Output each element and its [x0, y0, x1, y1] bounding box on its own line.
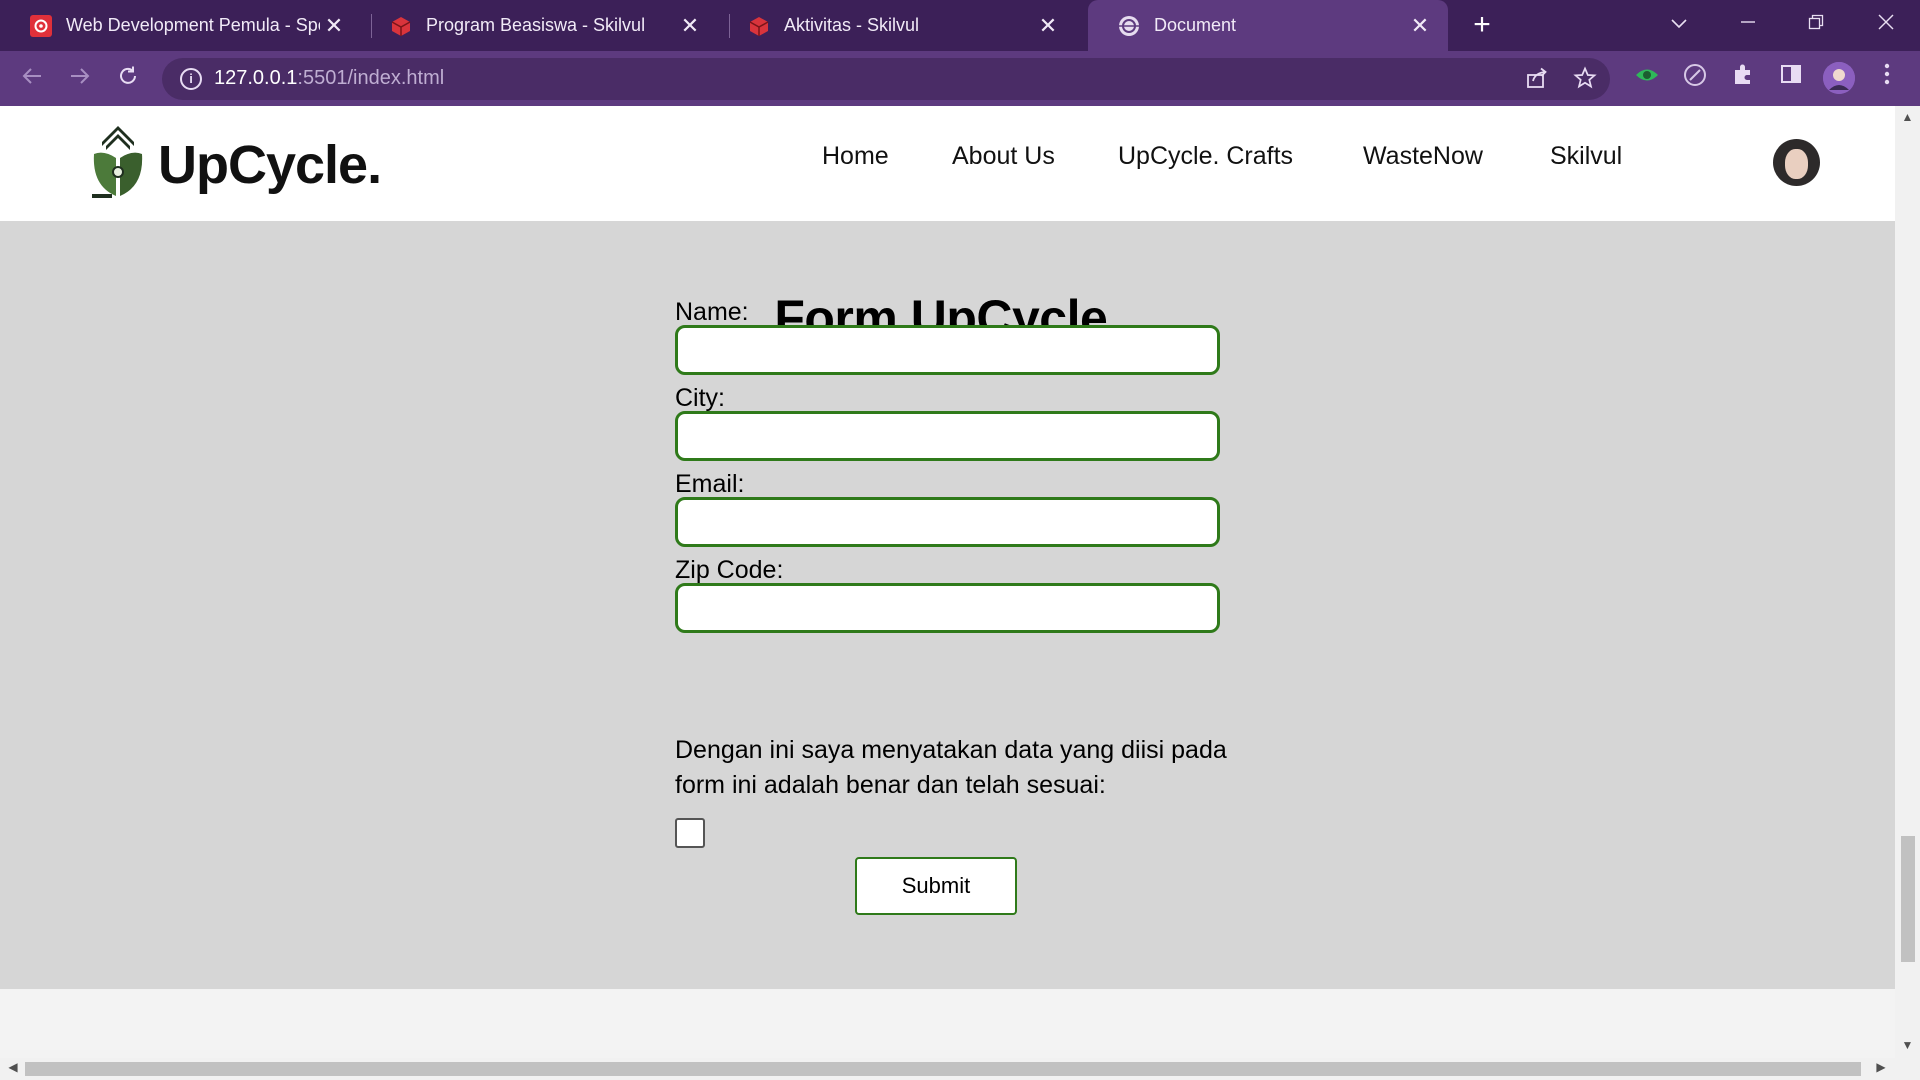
scroll-up-arrow-icon[interactable]: ▲ — [1895, 110, 1920, 124]
url-host: 127.0.0.1 — [214, 67, 298, 89]
tab-title: Document — [1154, 15, 1237, 35]
tab-search-chevron-icon[interactable] — [1659, 6, 1699, 42]
skilvul-cube-favicon-icon — [390, 15, 412, 37]
bookmark-star-icon[interactable] — [1572, 66, 1598, 92]
skilvul-cube-favicon-icon — [748, 15, 770, 37]
close-tab-icon[interactable]: ✕ — [320, 13, 348, 39]
compass-extension-icon[interactable] — [1679, 62, 1711, 94]
nav-item-about-us[interactable]: About Us — [952, 142, 1055, 171]
tab-web-development[interactable]: Web Development Pemula - Spe ✕ — [0, 0, 362, 51]
browser-tab-strip: Web Development Pemula - Spe ✕ Program B… — [0, 0, 1920, 51]
vertical-scroll-thumb[interactable] — [1901, 836, 1915, 962]
tab-document[interactable]: Document ✕ — [1088, 0, 1448, 51]
new-tab-button[interactable]: + — [1464, 8, 1500, 44]
forward-arrow-icon[interactable] — [62, 61, 98, 97]
tab-title: Aktivitas - Skilvul — [784, 15, 920, 35]
form-section: Form UpCycle. Name: City: Email: Zip Cod… — [0, 221, 1895, 989]
vertical-scrollbar[interactable]: ▲ ▼ — [1895, 106, 1920, 1058]
tab-title: Program Beasiswa - Skilvul — [426, 15, 646, 35]
back-arrow-icon[interactable] — [14, 61, 50, 97]
zip-code-label: Zip Code: — [675, 556, 784, 584]
name-label: Name: — [675, 298, 749, 326]
email-input[interactable] — [675, 497, 1220, 547]
tab-title: Web Development Pemula - Spe — [66, 15, 320, 35]
page-below-form — [0, 989, 1895, 1058]
profile-avatar-icon[interactable] — [1823, 62, 1855, 94]
close-window-icon[interactable] — [1866, 6, 1906, 42]
share-icon[interactable] — [1524, 66, 1550, 92]
globe-icon — [1118, 15, 1140, 37]
nav-item-skilvul[interactable]: Skilvul — [1550, 142, 1622, 171]
url-text[interactable]: 127.0.0.1:5501/index.html — [214, 67, 444, 90]
city-input[interactable] — [675, 411, 1220, 461]
avatar-face — [1785, 149, 1808, 179]
browser-menu-kebab-icon[interactable] — [1871, 62, 1903, 94]
tab-aktivitas[interactable]: Aktivitas - Skilvul ✕ — [718, 0, 1076, 51]
extensions-puzzle-icon[interactable] — [1727, 62, 1759, 94]
horizontal-scrollbar[interactable]: ◀ ▶ — [0, 1058, 1920, 1080]
scroll-left-arrow-icon[interactable]: ◀ — [2, 1060, 24, 1074]
site-info-icon[interactable]: i — [180, 68, 202, 90]
close-tab-icon[interactable]: ✕ — [1034, 13, 1062, 39]
brand-wordmark[interactable]: UpCycle. — [158, 134, 382, 196]
restore-window-icon[interactable] — [1796, 6, 1836, 42]
user-avatar[interactable] — [1773, 139, 1820, 186]
close-tab-icon[interactable]: ✕ — [1406, 13, 1434, 39]
close-tab-icon[interactable]: ✕ — [676, 13, 704, 39]
eye-extension-icon[interactable] — [1631, 62, 1663, 94]
address-bar[interactable]: i 127.0.0.1:5501/index.html — [162, 58, 1610, 100]
horizontal-scroll-thumb[interactable] — [25, 1062, 1861, 1076]
email-label: Email: — [675, 470, 745, 498]
minimize-window-icon[interactable] — [1728, 6, 1768, 42]
upcycle-leaf-logo-icon[interactable] — [90, 124, 146, 202]
nav-item-wastenow[interactable]: WasteNow — [1363, 142, 1483, 171]
reload-icon[interactable] — [110, 61, 146, 97]
scroll-right-arrow-icon[interactable]: ▶ — [1870, 1060, 1892, 1074]
consent-statement: Dengan ini saya menyatakan data yang dii… — [675, 736, 1227, 799]
submit-button[interactable]: Submit — [855, 857, 1017, 915]
site-header: UpCycle. Home About Us UpCycle. Crafts W… — [0, 106, 1895, 221]
zip-code-input[interactable] — [675, 583, 1220, 633]
scroll-down-arrow-icon[interactable]: ▼ — [1895, 1038, 1920, 1052]
browser-toolbar: i 127.0.0.1:5501/index.html — [0, 51, 1920, 106]
page-viewport: UpCycle. Home About Us UpCycle. Crafts W… — [0, 106, 1895, 1058]
nav-item-upcycle-crafts[interactable]: UpCycle. Crafts — [1118, 142, 1293, 171]
skilvul-red-favicon-icon — [30, 14, 52, 37]
name-input[interactable] — [675, 325, 1220, 375]
nav-item-home[interactable]: Home — [822, 142, 889, 171]
city-label: City: — [675, 384, 725, 412]
url-path: :5501/index.html — [297, 67, 445, 89]
side-panel-icon[interactable] — [1775, 62, 1807, 94]
tab-program-beasiswa[interactable]: Program Beasiswa - Skilvul ✕ — [360, 0, 718, 51]
consent-checkbox[interactable] — [675, 818, 705, 848]
